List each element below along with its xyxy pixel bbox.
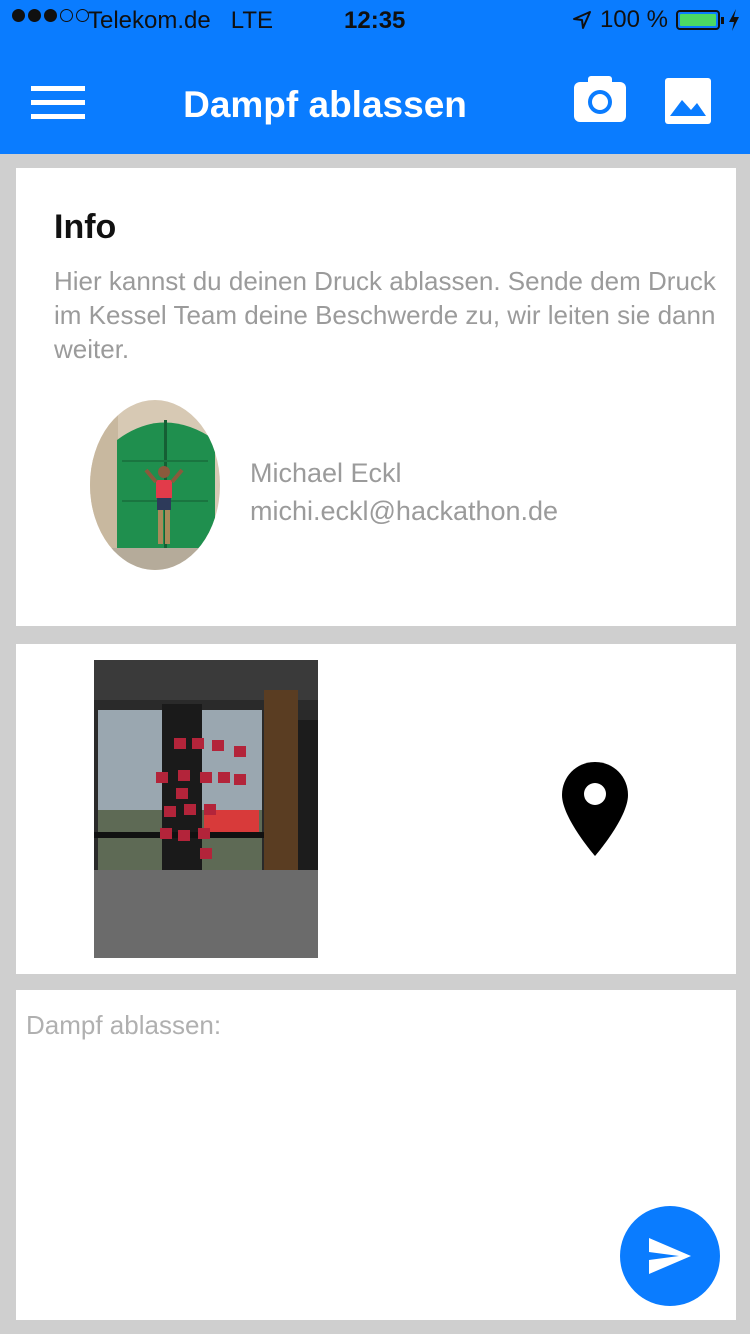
info-heading: Info <box>54 208 117 246</box>
camera-icon[interactable] <box>572 74 628 124</box>
contact-email[interactable]: michi.eckl@hackathon.de <box>250 496 558 527</box>
signal-strength-icon <box>12 9 89 22</box>
send-button[interactable] <box>620 1206 720 1306</box>
attachment-card <box>16 644 736 974</box>
message-card <box>16 990 736 1320</box>
carrier-label: Telekom.de LTE <box>88 7 273 34</box>
attached-photo[interactable] <box>94 660 318 958</box>
image-gallery-icon[interactable] <box>665 78 711 124</box>
status-bar: Telekom.de LTE 12:35 100 % <box>0 0 750 40</box>
battery-icon <box>676 10 724 30</box>
info-description: Hier kannst du deinen Druck ablassen. Se… <box>54 266 716 364</box>
app-header: Dampf ablassen <box>0 40 750 154</box>
battery-percent: 100 % <box>599 6 668 33</box>
clock: 12:35 <box>344 7 406 34</box>
contact-name: Michael Eckl <box>250 458 402 488</box>
charging-bolt-icon <box>729 9 739 31</box>
send-icon <box>649 1238 691 1274</box>
page-title: Dampf ablassen <box>183 84 467 125</box>
location-arrow-icon <box>572 11 591 29</box>
map-pin-icon[interactable] <box>562 762 628 856</box>
network-label: LTE <box>230 7 273 34</box>
avatar <box>90 400 220 570</box>
info-card: Info Hier kannst du deinen Druck ablasse… <box>16 168 736 626</box>
